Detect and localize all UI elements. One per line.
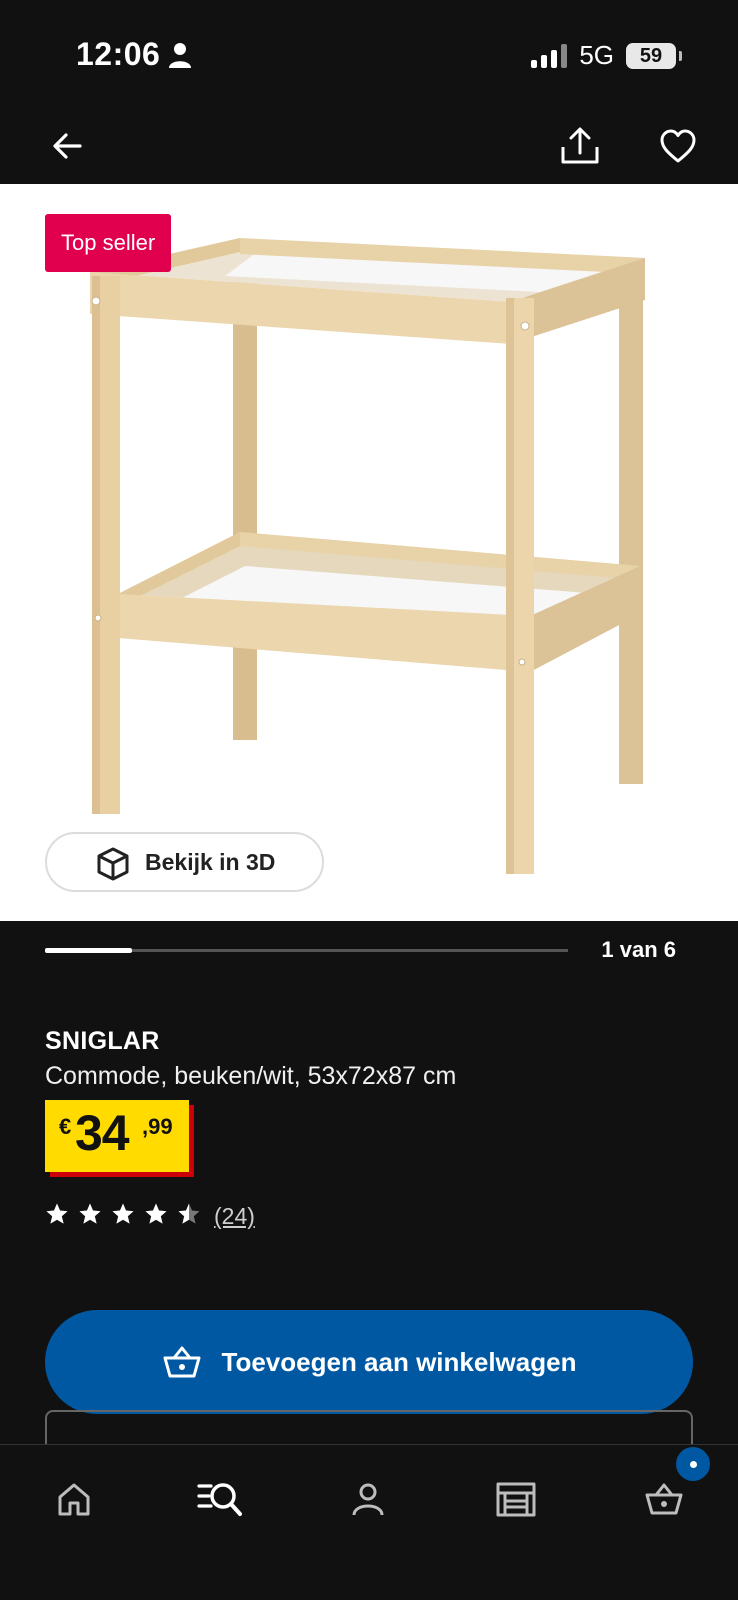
price-tag: € 34 ,99 — [45, 1100, 189, 1172]
basket-icon — [163, 1346, 201, 1378]
store-icon[interactable] — [488, 1471, 544, 1527]
battery-icon: 59 — [626, 42, 682, 69]
product-gallery[interactable]: Top seller Bekijk in 3D — [0, 184, 738, 921]
product-image — [90, 238, 645, 874]
price-integer: 34 — [75, 1105, 130, 1161]
cube-icon — [97, 847, 129, 881]
status-time: 12:06 — [76, 36, 161, 72]
price-currency: € — [59, 1114, 72, 1139]
gallery-progress-fill — [45, 948, 133, 953]
review-count-link[interactable]: (24) — [214, 1203, 255, 1230]
home-icon[interactable] — [46, 1471, 102, 1527]
view-3d-label: Bekijk in 3D — [145, 848, 276, 875]
status-bar: 12:06 5G 59 — [0, 0, 738, 110]
gallery-progress — [45, 948, 568, 953]
profile-icon[interactable] — [340, 1471, 396, 1527]
status-indicators: 5G 59 — [531, 40, 682, 71]
rating-stars[interactable] — [45, 1202, 201, 1226]
price-decimal: ,99 — [142, 1114, 173, 1139]
star-icon — [79, 1203, 101, 1224]
signal-icon — [531, 43, 568, 68]
star-icon — [46, 1203, 68, 1224]
gallery-pager: 1 van 6 — [601, 937, 676, 962]
bottom-tab-bar — [0, 1444, 738, 1600]
network-label: 5G — [579, 40, 614, 70]
top-seller-badge: Top seller — [45, 214, 172, 272]
share-icon[interactable] — [558, 124, 602, 168]
arrow-left-icon[interactable] — [46, 124, 90, 168]
star-icon — [178, 1203, 200, 1224]
search-list-icon[interactable] — [192, 1471, 248, 1527]
top-nav — [0, 110, 738, 184]
add-to-cart-button[interactable]: Toevoegen aan winkelwagen — [45, 1310, 693, 1414]
product-name: SNIGLAR — [45, 1027, 160, 1055]
add-to-cart-label: Toevoegen aan winkelwagen — [221, 1346, 577, 1377]
star-icon — [145, 1203, 167, 1224]
product-description: Commode, beuken/wit, 53x72x87 cm — [45, 1062, 457, 1090]
person-icon — [169, 43, 191, 68]
view-3d-button[interactable]: Bekijk in 3D — [45, 832, 324, 892]
heart-icon[interactable] — [656, 124, 700, 168]
cart-count-badge — [676, 1447, 710, 1481]
cart-icon[interactable] — [636, 1471, 692, 1527]
star-icon — [112, 1203, 134, 1224]
